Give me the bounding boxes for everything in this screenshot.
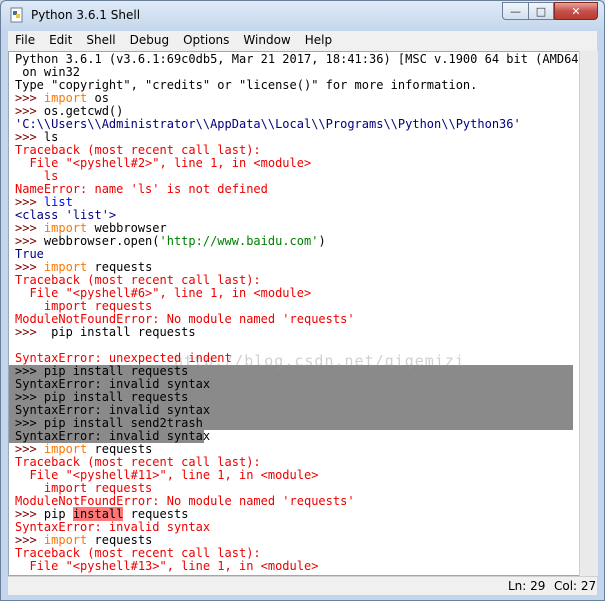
shell-text-segment: 'C:\\Users\\Administrator\\AppData\\Loca… [15,117,521,131]
menu-edit[interactable]: Edit [42,31,79,51]
shell-text-segment: SyntaxError: invalid syntax [15,403,211,417]
minimize-icon: — [510,4,521,18]
shell-line: >>> webbrowser.open('http://www.baidu.co… [15,234,579,248]
shell-text-segment: import requests [15,481,153,495]
shell-text-segment: >>> [15,195,44,209]
shell-text-segment: >>> [15,533,44,547]
shell-text-segment: Python 3.6.1 (v3.6.1:69c0db5, Mar 21 201… [15,52,580,66]
shell-text-segment: import [43,442,88,456]
shell-text-segment: Type "copyright", "credits" or "license(… [15,78,478,92]
shell-text-segment: SyntaxError: unexpected indent [15,351,232,365]
shell-text-segment: Traceback (most recent call last): [15,143,261,157]
shell-text-segment: >>> [15,234,44,248]
shell-text-segment: >>> [15,104,44,118]
shell-text-segment: import [43,91,88,105]
shell-text-segment: pip [43,507,73,521]
close-button[interactable]: ✕ [554,2,598,20]
shell-text-segment: import [43,221,88,235]
shell-text-segment: Traceback (most recent call last): [15,273,261,287]
close-icon: ✕ [571,4,581,18]
menu-help[interactable]: Help [298,31,339,51]
menu-file[interactable]: File [8,31,42,51]
shell-line: File "<pyshell#13>", line 1, in <module> [15,559,579,573]
menu-window[interactable]: Window [236,31,297,51]
shell-text-segment: import [43,533,88,547]
shell-text-segment: >>> pip install requests [15,364,189,378]
shell-text-segment: SyntaxError: invalid syntax [15,520,211,534]
shell-text-segment: requests [123,507,189,521]
shell-text-segment: list [43,195,73,209]
shell-text-segment: on win32 [15,65,81,79]
shell-text-segment: webbrowser [87,221,167,235]
shell-text-segment: NameError: name 'ls' is not defined [15,182,268,196]
shell-text-segment: Traceback (most recent call last): [15,455,261,469]
shell-text-segment: requests [87,442,153,456]
shell-text-segment: >>> pip install send2trash [15,416,203,430]
menu-options[interactable]: Options [176,31,236,51]
shell-text-segment: >>> [15,325,52,339]
shell-line: File "<pyshell#2>", line 1, in <module> [15,156,579,170]
shell-line: Python 3.6.1 (v3.6.1:69c0db5, Mar 21 201… [15,52,580,66]
shell-text-segment: requests [87,533,153,547]
shell-text-segment: File "<pyshell#13>", line 1, in <module> [15,559,319,573]
shell-text-segment: ls [43,130,59,144]
shell-text-segment: os.getcwd() [43,104,124,118]
shell-text-segment: ) [318,234,326,248]
status-bar: Ln: 29 Col: 27 [8,576,597,595]
shell-text-segment: os [87,91,109,105]
minimize-button[interactable]: — [502,2,528,20]
window-controls: — □ ✕ [502,2,598,20]
shell-text-segment: >>> [15,507,44,521]
shell-output: Python 3.6.1 (v3.6.1:69c0db5, Mar 21 201… [9,52,580,573]
shell-text-segment: File "<pyshell#6>", line 1, in <module> [15,286,312,300]
shell-text-segment: requests [87,260,153,274]
shell-text-segment: SyntaxError: invalid syntax [15,377,211,391]
shell-text-segment: Traceback (most recent call last): [15,546,261,560]
status-line-number: Ln: 29 [508,579,546,593]
shell-text-segment: import [43,260,88,274]
idle-shell-window: Python 3.6.1 Shell — □ ✕ File Edit Shell… [0,0,605,601]
shell-text-segment: install [72,507,124,521]
shell-text-area[interactable]: Python 3.6.1 (v3.6.1:69c0db5, Mar 21 201… [8,51,580,576]
shell-text-segment: >>> [15,442,44,456]
vertical-scrollbar[interactable] [579,51,598,576]
shell-text-segment: webbrowser.open( [43,234,160,248]
shell-text-segment: >>> [15,260,44,274]
menu-debug[interactable]: Debug [123,31,176,51]
shell-text-segment: File "<pyshell#11>", line 1, in <module> [15,468,319,482]
menu-bar: File Edit Shell Debug Options Window Hel… [8,31,597,52]
shell-text-segment: SyntaxError: invalid syntax [15,429,211,443]
menu-shell[interactable]: Shell [79,31,122,51]
shell-text-segment: ModuleNotFoundError: No module named 're… [15,312,355,326]
shell-line: 'C:\\Users\\Administrator\\AppData\\Loca… [15,117,579,131]
shell-text-segment: >>> pip install requests [15,390,189,404]
shell-text-segment: import requests [15,299,153,313]
shell-text-segment: True [15,247,44,261]
shell-text-segment: >>> [15,221,44,235]
shell-text-segment: pip install requests [51,325,196,339]
shell-text-segment: >>> [15,130,44,144]
shell-line: >>> pip install requests [15,325,579,339]
window-title: Python 3.6.1 Shell [31,8,141,22]
shell-text-segment: <class 'list'> [15,208,117,222]
maximize-button[interactable]: □ [528,2,554,20]
status-column-number: Col: 27 [554,579,597,593]
shell-text-segment: File "<pyshell#2>", line 1, in <module> [15,156,312,170]
shell-text-segment: ls [15,169,59,183]
maximize-icon: □ [535,4,547,18]
shell-text-segment: >>> [15,91,44,105]
title-bar[interactable]: Python 3.6.1 Shell — □ ✕ [1,1,604,30]
shell-text-segment: ModuleNotFoundError: No module named 're… [15,494,355,508]
shell-line: NameError: name 'ls' is not defined [15,182,579,196]
shell-text-segment: 'http://www.baidu.com' [159,234,319,248]
python-idle-icon [10,7,23,23]
